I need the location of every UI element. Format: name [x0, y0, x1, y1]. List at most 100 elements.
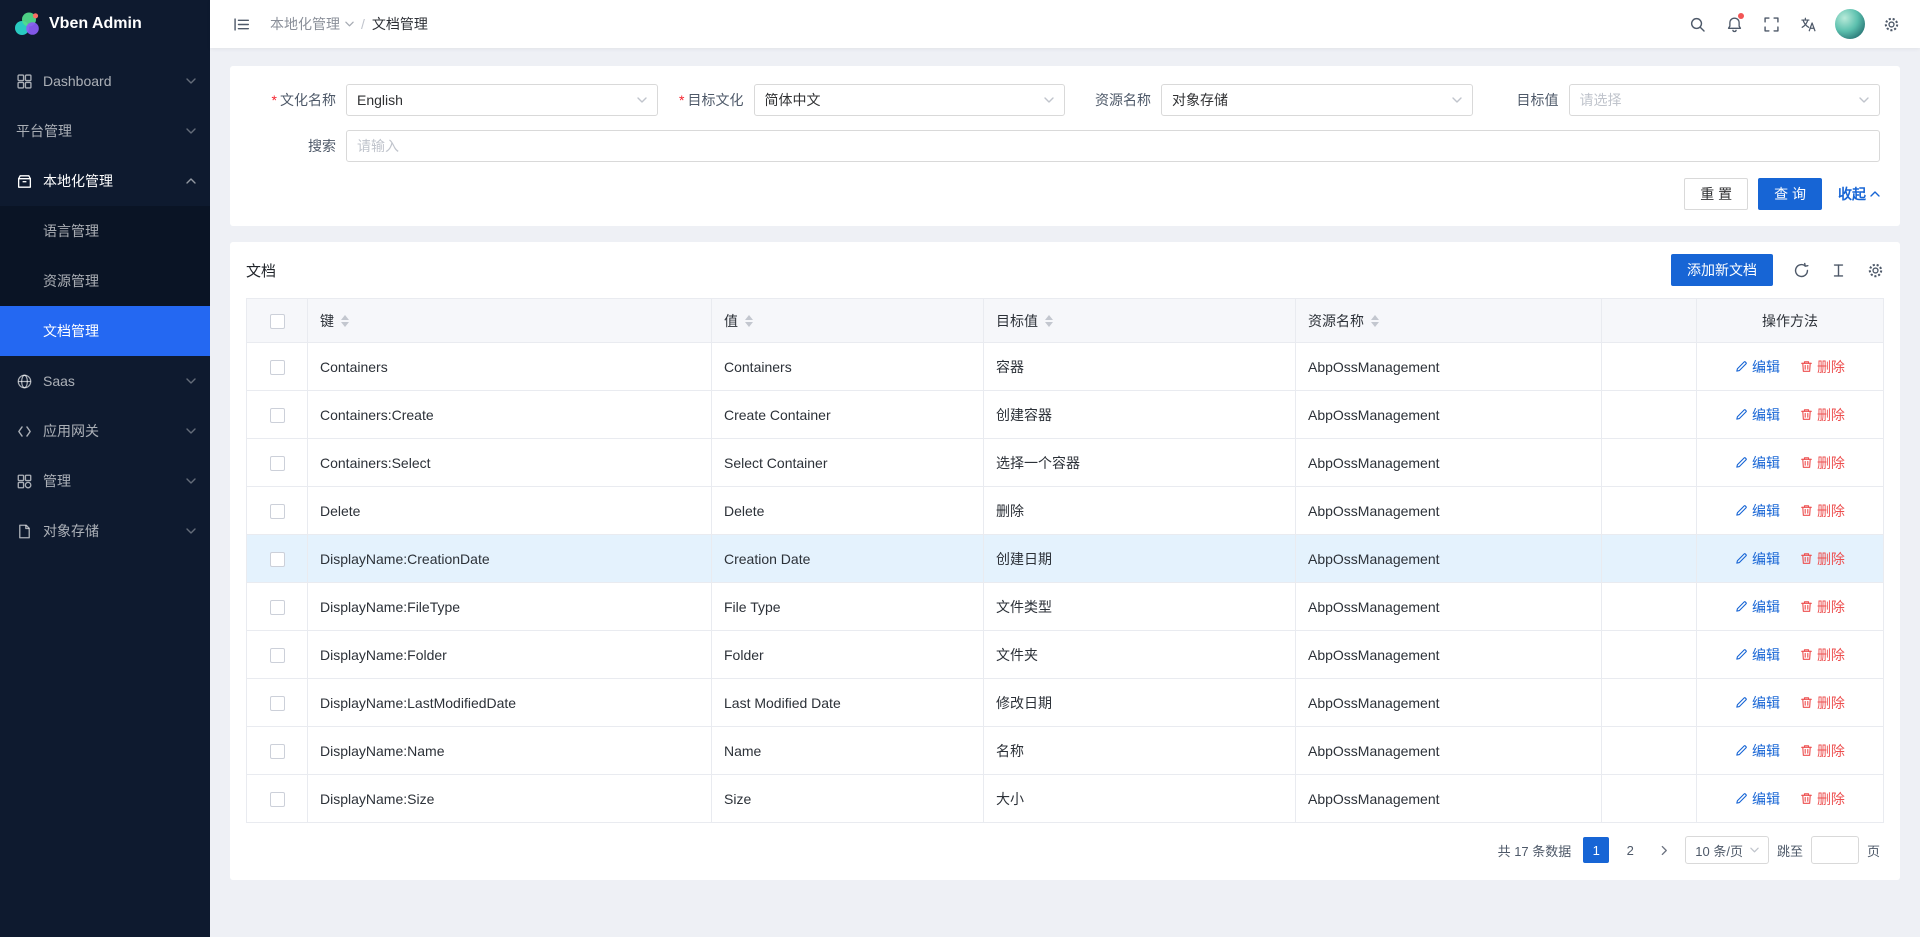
- required-asterisk: *: [272, 92, 277, 108]
- translate-icon[interactable]: [1790, 0, 1827, 48]
- table-row[interactable]: DisplayName:Folder Folder 文件夹 AbpOssMana…: [247, 631, 1884, 679]
- column-height-icon[interactable]: [1830, 262, 1847, 279]
- cell-spacer: [1602, 727, 1697, 775]
- cell-target-value: 大小: [984, 775, 1296, 823]
- table-row[interactable]: DisplayName:Size Size 大小 AbpOssManagemen…: [247, 775, 1884, 823]
- query-button[interactable]: 查 询: [1758, 178, 1822, 210]
- cell-key: DisplayName:LastModifiedDate: [308, 679, 712, 727]
- sidebar-item-management[interactable]: 管理: [0, 456, 210, 506]
- delete-button[interactable]: 删除: [1800, 501, 1845, 521]
- delete-button[interactable]: 删除: [1800, 405, 1845, 425]
- edit-button[interactable]: 编辑: [1735, 789, 1780, 809]
- cell-resource-name: AbpOssManagement: [1296, 727, 1602, 775]
- search-input[interactable]: [346, 130, 1880, 162]
- culture-select[interactable]: English: [346, 84, 658, 116]
- edit-button[interactable]: 编辑: [1735, 549, 1780, 569]
- row-checkbox[interactable]: [270, 696, 285, 711]
- fullscreen-icon[interactable]: [1753, 0, 1790, 48]
- table-row[interactable]: Containers:Select Select Container 选择一个容…: [247, 439, 1884, 487]
- table-row[interactable]: DisplayName:LastModifiedDate Last Modifi…: [247, 679, 1884, 727]
- reset-button[interactable]: 重 置: [1684, 178, 1748, 210]
- edit-button[interactable]: 编辑: [1735, 501, 1780, 521]
- target-culture-select[interactable]: 简体中文: [754, 84, 1066, 116]
- sidebar-item-platform-management[interactable]: 平台管理: [0, 106, 210, 156]
- table-row[interactable]: DisplayName:CreationDate Creation Date 创…: [247, 535, 1884, 583]
- column-value[interactable]: 值: [712, 299, 984, 343]
- row-checkbox[interactable]: [270, 504, 285, 519]
- add-document-button[interactable]: 添加新文档: [1671, 254, 1773, 286]
- chevron-down-icon: [186, 78, 196, 84]
- sidebar-item-saas[interactable]: Saas: [0, 356, 210, 406]
- collapse-link[interactable]: 收起: [1838, 184, 1880, 204]
- sidebar-item-language-management[interactable]: 语言管理: [0, 206, 210, 256]
- select-all-checkbox[interactable]: [270, 314, 285, 329]
- delete-button[interactable]: 删除: [1800, 453, 1845, 473]
- row-checkbox[interactable]: [270, 360, 285, 375]
- row-checkbox[interactable]: [270, 600, 285, 615]
- logo[interactable]: Vben Admin: [0, 0, 210, 48]
- chevron-down-icon: [186, 478, 196, 484]
- avatar[interactable]: [1835, 9, 1865, 39]
- column-key[interactable]: 键: [308, 299, 712, 343]
- sidebar-item-app-gateway[interactable]: 应用网关: [0, 406, 210, 456]
- sidebar-item-dashboard[interactable]: Dashboard: [0, 56, 210, 106]
- column-target-value[interactable]: 目标值: [984, 299, 1296, 343]
- chevron-up-icon: [1870, 191, 1880, 197]
- resource-select[interactable]: 对象存储: [1161, 84, 1473, 116]
- page-button-1[interactable]: 1: [1583, 837, 1609, 863]
- gear-icon[interactable]: [1873, 0, 1910, 48]
- cell-actions: 编辑 删除: [1697, 727, 1884, 775]
- table-row[interactable]: DisplayName:FileType File Type 文件类型 AbpO…: [247, 583, 1884, 631]
- edit-button[interactable]: 编辑: [1735, 645, 1780, 665]
- jump-unit: 页: [1867, 841, 1880, 860]
- edit-button[interactable]: 编辑: [1735, 693, 1780, 713]
- row-checkbox[interactable]: [270, 552, 285, 567]
- target-value-select[interactable]: 请选择: [1569, 84, 1881, 116]
- row-checkbox[interactable]: [270, 744, 285, 759]
- table-row[interactable]: DisplayName:Name Name 名称 AbpOssManagemen…: [247, 727, 1884, 775]
- bell-icon[interactable]: [1716, 0, 1753, 48]
- sort-icon[interactable]: [1045, 315, 1053, 327]
- delete-button[interactable]: 删除: [1800, 597, 1845, 617]
- sort-icon[interactable]: [1371, 315, 1379, 327]
- row-checkbox[interactable]: [270, 792, 285, 807]
- jump-page-input[interactable]: [1811, 836, 1859, 864]
- pencil-icon: [1735, 360, 1748, 373]
- delete-button[interactable]: 删除: [1800, 741, 1845, 761]
- menu-collapse-icon[interactable]: [226, 0, 256, 48]
- edit-button[interactable]: 编辑: [1735, 357, 1780, 377]
- edit-button[interactable]: 编辑: [1735, 741, 1780, 761]
- refresh-icon[interactable]: [1793, 262, 1810, 279]
- search-icon[interactable]: [1679, 0, 1716, 48]
- delete-button[interactable]: 删除: [1800, 693, 1845, 713]
- edit-button[interactable]: 编辑: [1735, 597, 1780, 617]
- edit-button[interactable]: 编辑: [1735, 405, 1780, 425]
- trash-icon: [1800, 600, 1813, 613]
- page-button-2[interactable]: 2: [1617, 837, 1643, 863]
- breadcrumb-parent[interactable]: 本地化管理: [270, 14, 354, 34]
- table-row[interactable]: Delete Delete 删除 AbpOssManagement 编辑 删除: [247, 487, 1884, 535]
- sidebar-item-localization-management[interactable]: 本地化管理: [0, 156, 210, 206]
- delete-button[interactable]: 删除: [1800, 645, 1845, 665]
- resource-label: 资源名称: [1065, 90, 1161, 110]
- row-checkbox[interactable]: [270, 456, 285, 471]
- chevron-down-icon: [186, 128, 196, 134]
- table-row[interactable]: Containers:Create Create Container 创建容器 …: [247, 391, 1884, 439]
- sort-icon[interactable]: [341, 315, 349, 327]
- row-checkbox[interactable]: [270, 648, 285, 663]
- next-page-button[interactable]: [1651, 837, 1677, 863]
- sort-icon[interactable]: [745, 315, 753, 327]
- row-checkbox[interactable]: [270, 408, 285, 423]
- sidebar-item-resource-management[interactable]: 资源管理: [0, 256, 210, 306]
- delete-button[interactable]: 删除: [1800, 549, 1845, 569]
- sidebar-item-document-management[interactable]: 文档管理: [0, 306, 210, 356]
- table-row[interactable]: Containers Containers 容器 AbpOssManagemen…: [247, 343, 1884, 391]
- page-size-select[interactable]: 10 条/页: [1685, 836, 1769, 864]
- gear-icon[interactable]: [1867, 262, 1884, 279]
- edit-button[interactable]: 编辑: [1735, 453, 1780, 473]
- globe-icon: [16, 373, 33, 390]
- delete-button[interactable]: 删除: [1800, 357, 1845, 377]
- delete-button[interactable]: 删除: [1800, 789, 1845, 809]
- sidebar-item-object-storage[interactable]: 对象存储: [0, 506, 210, 556]
- column-resource-name[interactable]: 资源名称: [1296, 299, 1602, 343]
